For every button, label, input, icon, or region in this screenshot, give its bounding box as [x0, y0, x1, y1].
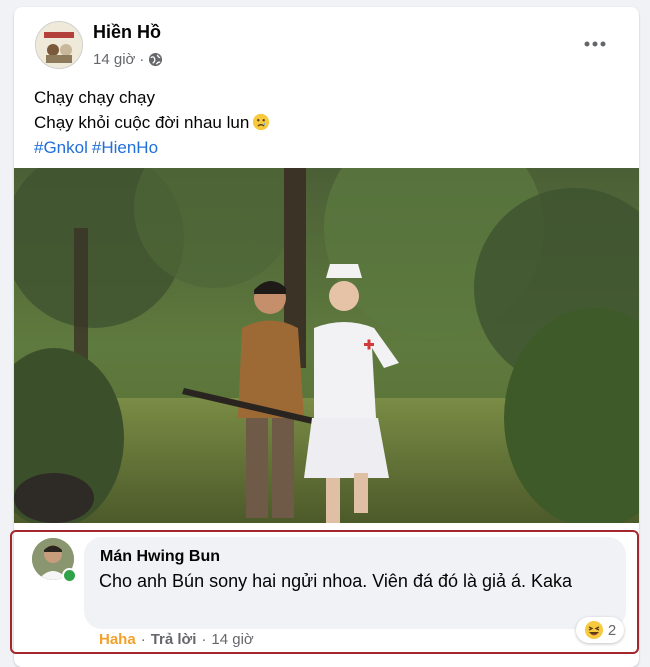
post-author-avatar[interactable]: [35, 21, 83, 69]
commenter-name[interactable]: Mán Hwing Bun: [100, 548, 220, 566]
reaction-summary[interactable]: 2: [576, 617, 624, 643]
post-meta: 14 giờ ·: [93, 51, 163, 68]
hashtag-row: #Gnkol #HienHo: [34, 135, 270, 160]
post-caption: Chạy chạy chạy Chạy khỏi cuộc đời nhau l…: [34, 85, 270, 160]
reaction-count: 2: [607, 621, 617, 639]
post-author-name[interactable]: Hiền Hồ: [93, 22, 161, 43]
hashtag-gnkol[interactable]: #Gnkol: [34, 138, 88, 157]
caption-line-2-text: Chạy khỏi cuộc đời nhau lun: [34, 113, 250, 132]
sad-face-emoji-icon: [253, 113, 270, 131]
more-horizontal-icon: [584, 41, 606, 47]
haha-reaction-link[interactable]: Haha: [99, 631, 136, 648]
comment-actions: Haha · Trả lời · 14 giờ: [99, 631, 254, 648]
caption-line-1: Chạy chạy chạy: [34, 88, 155, 107]
reply-link[interactable]: Trả lời: [151, 631, 197, 648]
post-time[interactable]: 14 giờ: [93, 51, 135, 68]
action-separator: ·: [140, 631, 146, 648]
haha-emoji-icon: [584, 621, 603, 639]
online-status-indicator: [62, 568, 77, 583]
action-separator-2: ·: [201, 631, 207, 648]
more-options-button[interactable]: [575, 29, 615, 59]
globe-icon: [149, 52, 163, 67]
post-photo[interactable]: [14, 168, 639, 523]
meta-separator: ·: [139, 51, 145, 68]
comment-text: Cho anh Bún sony hai ngửi nhoa. Viên đá …: [99, 571, 573, 591]
comment-time[interactable]: 14 giờ: [211, 631, 253, 648]
caption-line-2: Chạy khỏi cuộc đời nhau lun: [34, 110, 270, 135]
hashtag-hienho[interactable]: #HienHo: [92, 138, 158, 157]
